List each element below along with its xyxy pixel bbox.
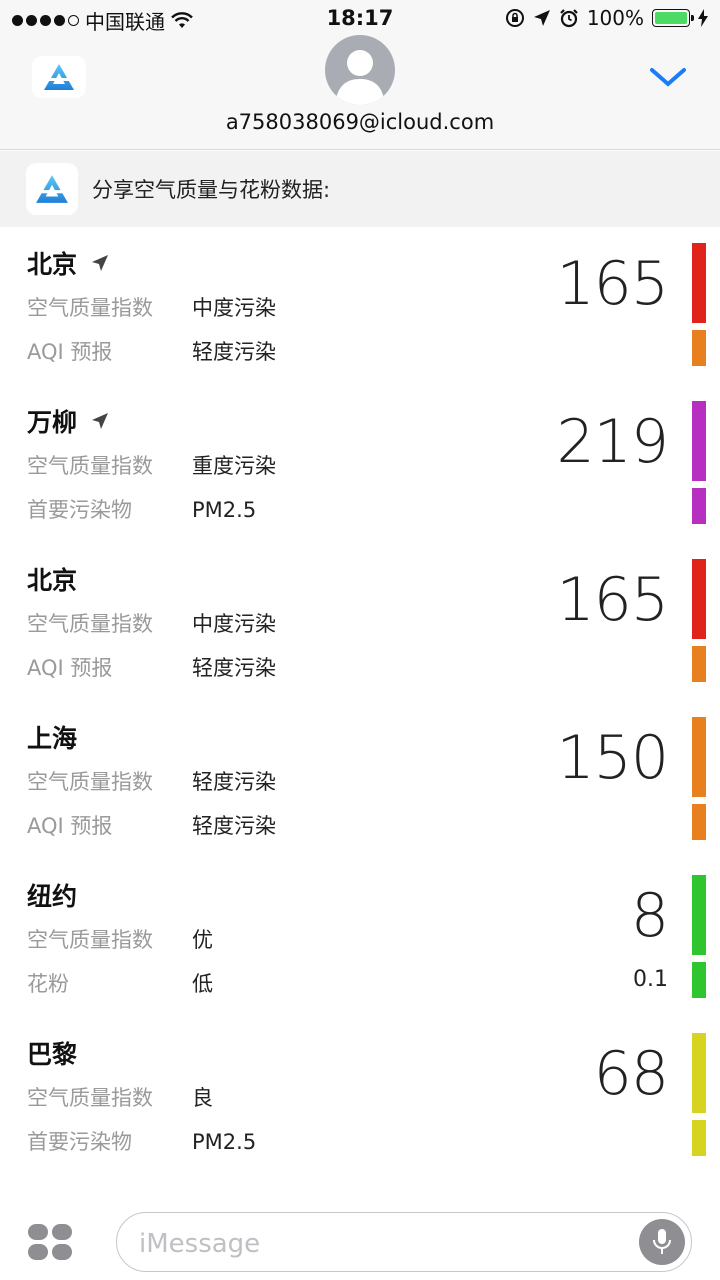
- aqi-value: 219: [556, 407, 669, 477]
- forecast-color-bar: [692, 330, 706, 366]
- city-name: 上海: [27, 724, 78, 753]
- city-name: 巴黎: [27, 1040, 78, 1069]
- location-arrow-icon: [533, 10, 550, 26]
- forecast-color-bar: [692, 646, 706, 682]
- city-card[interactable]: 巴黎 空气质量指数良 首要污染物 PM2.5 68: [0, 1017, 720, 1175]
- chevron-down-icon[interactable]: [648, 62, 688, 92]
- aqi-value: 8: [630, 881, 669, 951]
- location-arrow-icon: [92, 255, 109, 271]
- battery-icon: [652, 9, 694, 27]
- aqi-color-bar: [692, 243, 706, 323]
- pollen-color-bar: [692, 962, 706, 998]
- aqi-value: 165: [556, 249, 669, 319]
- imessage-input[interactable]: iMessage: [116, 1212, 692, 1272]
- detail-row: AQI 预报 轻度污染: [27, 340, 276, 364]
- imessage-placeholder: iMessage: [139, 1229, 261, 1259]
- status-bar: 中国联通 18:17 100%: [0, 0, 720, 38]
- conversation-header: a758038069@icloud.com: [0, 35, 720, 150]
- forecast-color-bar: [692, 488, 706, 524]
- microphone-icon[interactable]: [639, 1219, 685, 1265]
- city-list: 北京 空气质量指数 中度污染 AQI 预报 轻度污染 165 万柳 空气质量指数 重度…: [0, 227, 720, 1175]
- status-right: 100%: [505, 6, 708, 30]
- share-banner: 分享空气质量与花粉数据:: [0, 151, 720, 227]
- contact-email[interactable]: a758038069@icloud.com: [0, 110, 720, 134]
- city-name: 万柳: [27, 403, 109, 439]
- aqi-row: 空气质量指数良: [27, 1086, 213, 1110]
- pollen-value: 0.1: [633, 967, 668, 992]
- aqi-row: 空气质量指数 中度污染: [27, 612, 276, 636]
- aqi-value: 68: [593, 1039, 669, 1109]
- person-silhouette-icon: [335, 50, 385, 105]
- aqi-color-bar: [692, 401, 706, 481]
- aqi-color-bar: [692, 875, 706, 955]
- aqi-color-bar: [692, 559, 706, 639]
- forecast-color-bar: [692, 1120, 706, 1156]
- share-app-logo: [26, 163, 78, 215]
- city-card[interactable]: 北京 空气质量指数 中度污染 AQI 预报 轻度污染 165: [0, 543, 720, 701]
- aqi-row: 空气质量指数优: [27, 928, 213, 952]
- aqi-value: 165: [556, 565, 669, 635]
- city-name: 北京: [27, 566, 78, 595]
- aqi-row: 空气质量指数 轻度污染: [27, 770, 276, 794]
- location-arrow-icon: [92, 413, 109, 429]
- charging-bolt-icon: [698, 9, 708, 27]
- app-icon-button[interactable]: [32, 56, 86, 98]
- city-card[interactable]: 上海 空气质量指数 轻度污染 AQI 预报 轻度污染 150: [0, 701, 720, 859]
- city-card[interactable]: 北京 空气质量指数 中度污染 AQI 预报 轻度污染 165: [0, 227, 720, 385]
- air-app-logo-icon: [36, 175, 68, 203]
- battery-percent: 100%: [586, 6, 644, 30]
- detail-row: AQI 预报 轻度污染: [27, 656, 276, 680]
- air-app-logo-icon: [44, 64, 74, 90]
- message-input-bar: iMessage: [0, 1192, 720, 1280]
- app-drawer-icon[interactable]: [28, 1224, 72, 1260]
- alarm-icon: [560, 9, 578, 28]
- city-card[interactable]: 万柳 空气质量指数 重度污染 首要污染物 PM2.5 219: [0, 385, 720, 543]
- aqi-row: 空气质量指数 中度污染: [27, 296, 276, 320]
- detail-row: AQI 预报 轻度污染: [27, 814, 276, 838]
- aqi-row: 空气质量指数 重度污染: [27, 454, 276, 478]
- orientation-lock-icon: [505, 9, 524, 27]
- detail-row: 花粉低: [27, 972, 213, 996]
- aqi-value: 150: [556, 723, 669, 793]
- aqi-color-bar: [692, 717, 706, 797]
- detail-row: 首要污染物 PM2.5: [27, 1130, 257, 1154]
- detail-row: 首要污染物 PM2.5: [27, 498, 257, 522]
- city-name: 纽约: [27, 882, 78, 911]
- share-title: 分享空气质量与花粉数据:: [92, 178, 331, 202]
- forecast-color-bar: [692, 804, 706, 840]
- city-name: 北京: [27, 245, 109, 281]
- city-card[interactable]: 纽约 空气质量指数优 花粉低 8 0.1: [0, 859, 720, 1017]
- contact-avatar[interactable]: [325, 35, 395, 105]
- aqi-color-bar: [692, 1033, 706, 1113]
